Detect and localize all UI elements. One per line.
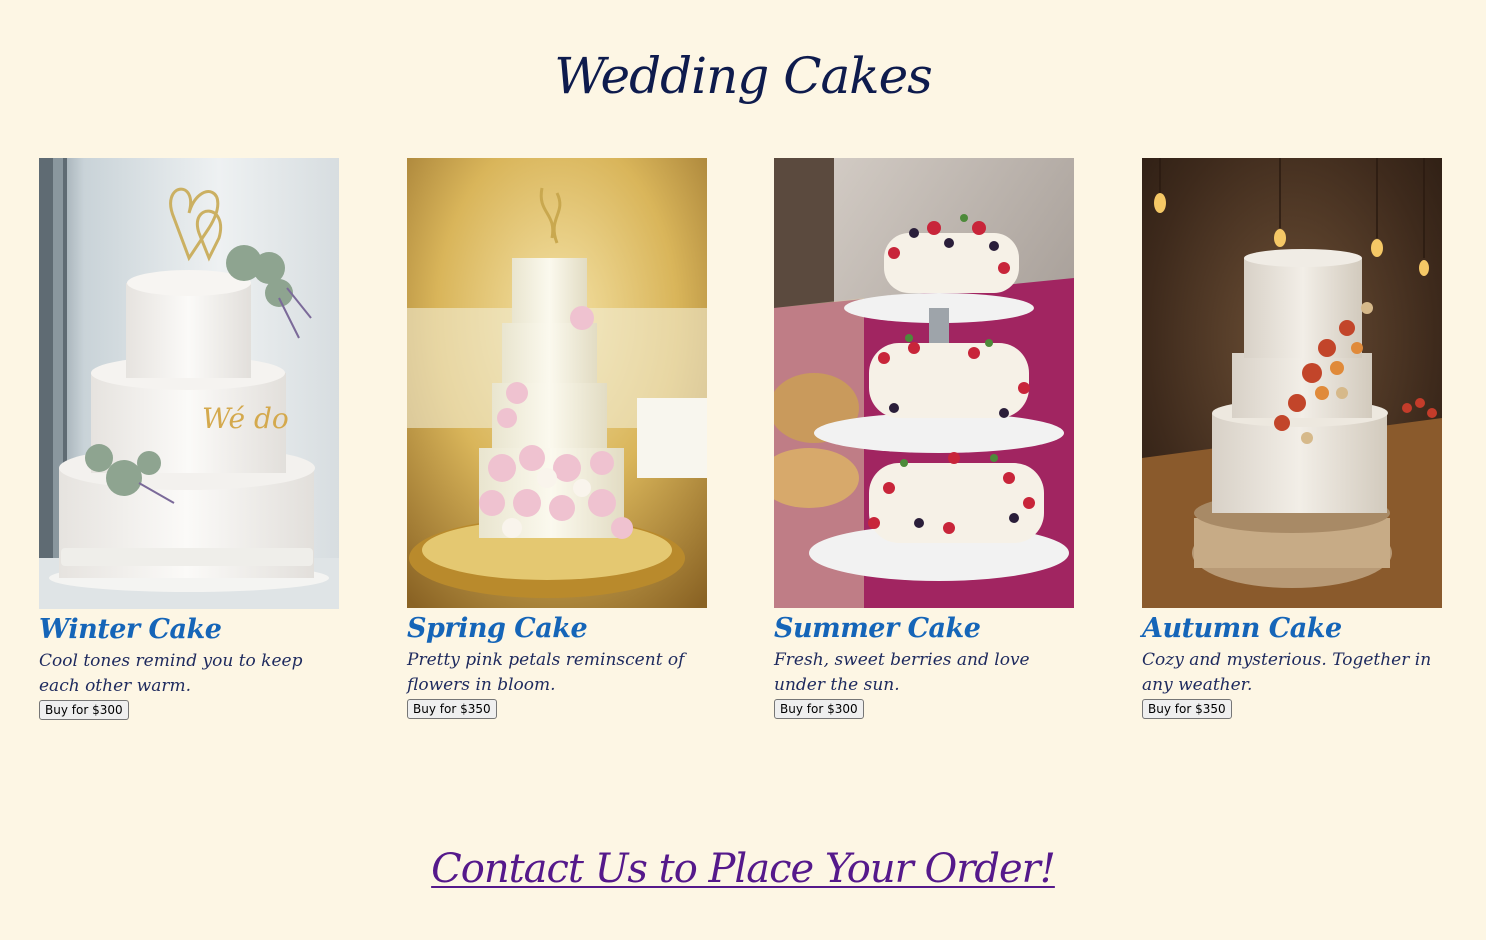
cake-description: Cozy and mysterious. Together in any wea…: [1142, 650, 1432, 695]
cake-description: Fresh, sweet berries and love under the …: [774, 650, 1030, 695]
cake-card-winter: Wé do Winter Cake Cool tones remind you …: [39, 158, 339, 720]
cake-name: Summer Cake: [774, 613, 981, 644]
svg-text:Wé do: Wé do: [202, 402, 289, 435]
autumn-cake-image: [1142, 158, 1442, 608]
buy-summer-cake-button[interactable]: Buy for $300: [774, 699, 864, 719]
cake-name: Autumn Cake: [1142, 613, 1342, 644]
page-title: Wedding Cakes: [554, 47, 933, 105]
cake-name: Winter Cake: [39, 614, 222, 645]
contact-us-link[interactable]: Contact Us to Place Your Order!: [0, 836, 1486, 902]
buy-winter-cake-button[interactable]: Buy for $300: [39, 700, 129, 720]
cake-description: Cool tones remind you to keep each other…: [39, 651, 303, 696]
cake-card-autumn: Autumn Cake Cozy and mysterious. Togethe…: [1142, 158, 1442, 719]
buy-autumn-cake-button[interactable]: Buy for $350: [1142, 699, 1232, 719]
summer-cake-image: [774, 158, 1074, 608]
buy-spring-cake-button[interactable]: Buy for $350: [407, 699, 497, 719]
cake-name: Spring Cake: [407, 613, 588, 644]
winter-cake-image: Wé do: [39, 158, 339, 609]
cake-card-spring: Spring Cake Pretty pink petals reminscen…: [407, 158, 707, 719]
spring-cake-image: [407, 158, 707, 608]
cake-card-summer: Summer Cake Fresh, sweet berries and lov…: [774, 158, 1074, 719]
cake-description: Pretty pink petals reminscent of flowers…: [407, 650, 685, 695]
